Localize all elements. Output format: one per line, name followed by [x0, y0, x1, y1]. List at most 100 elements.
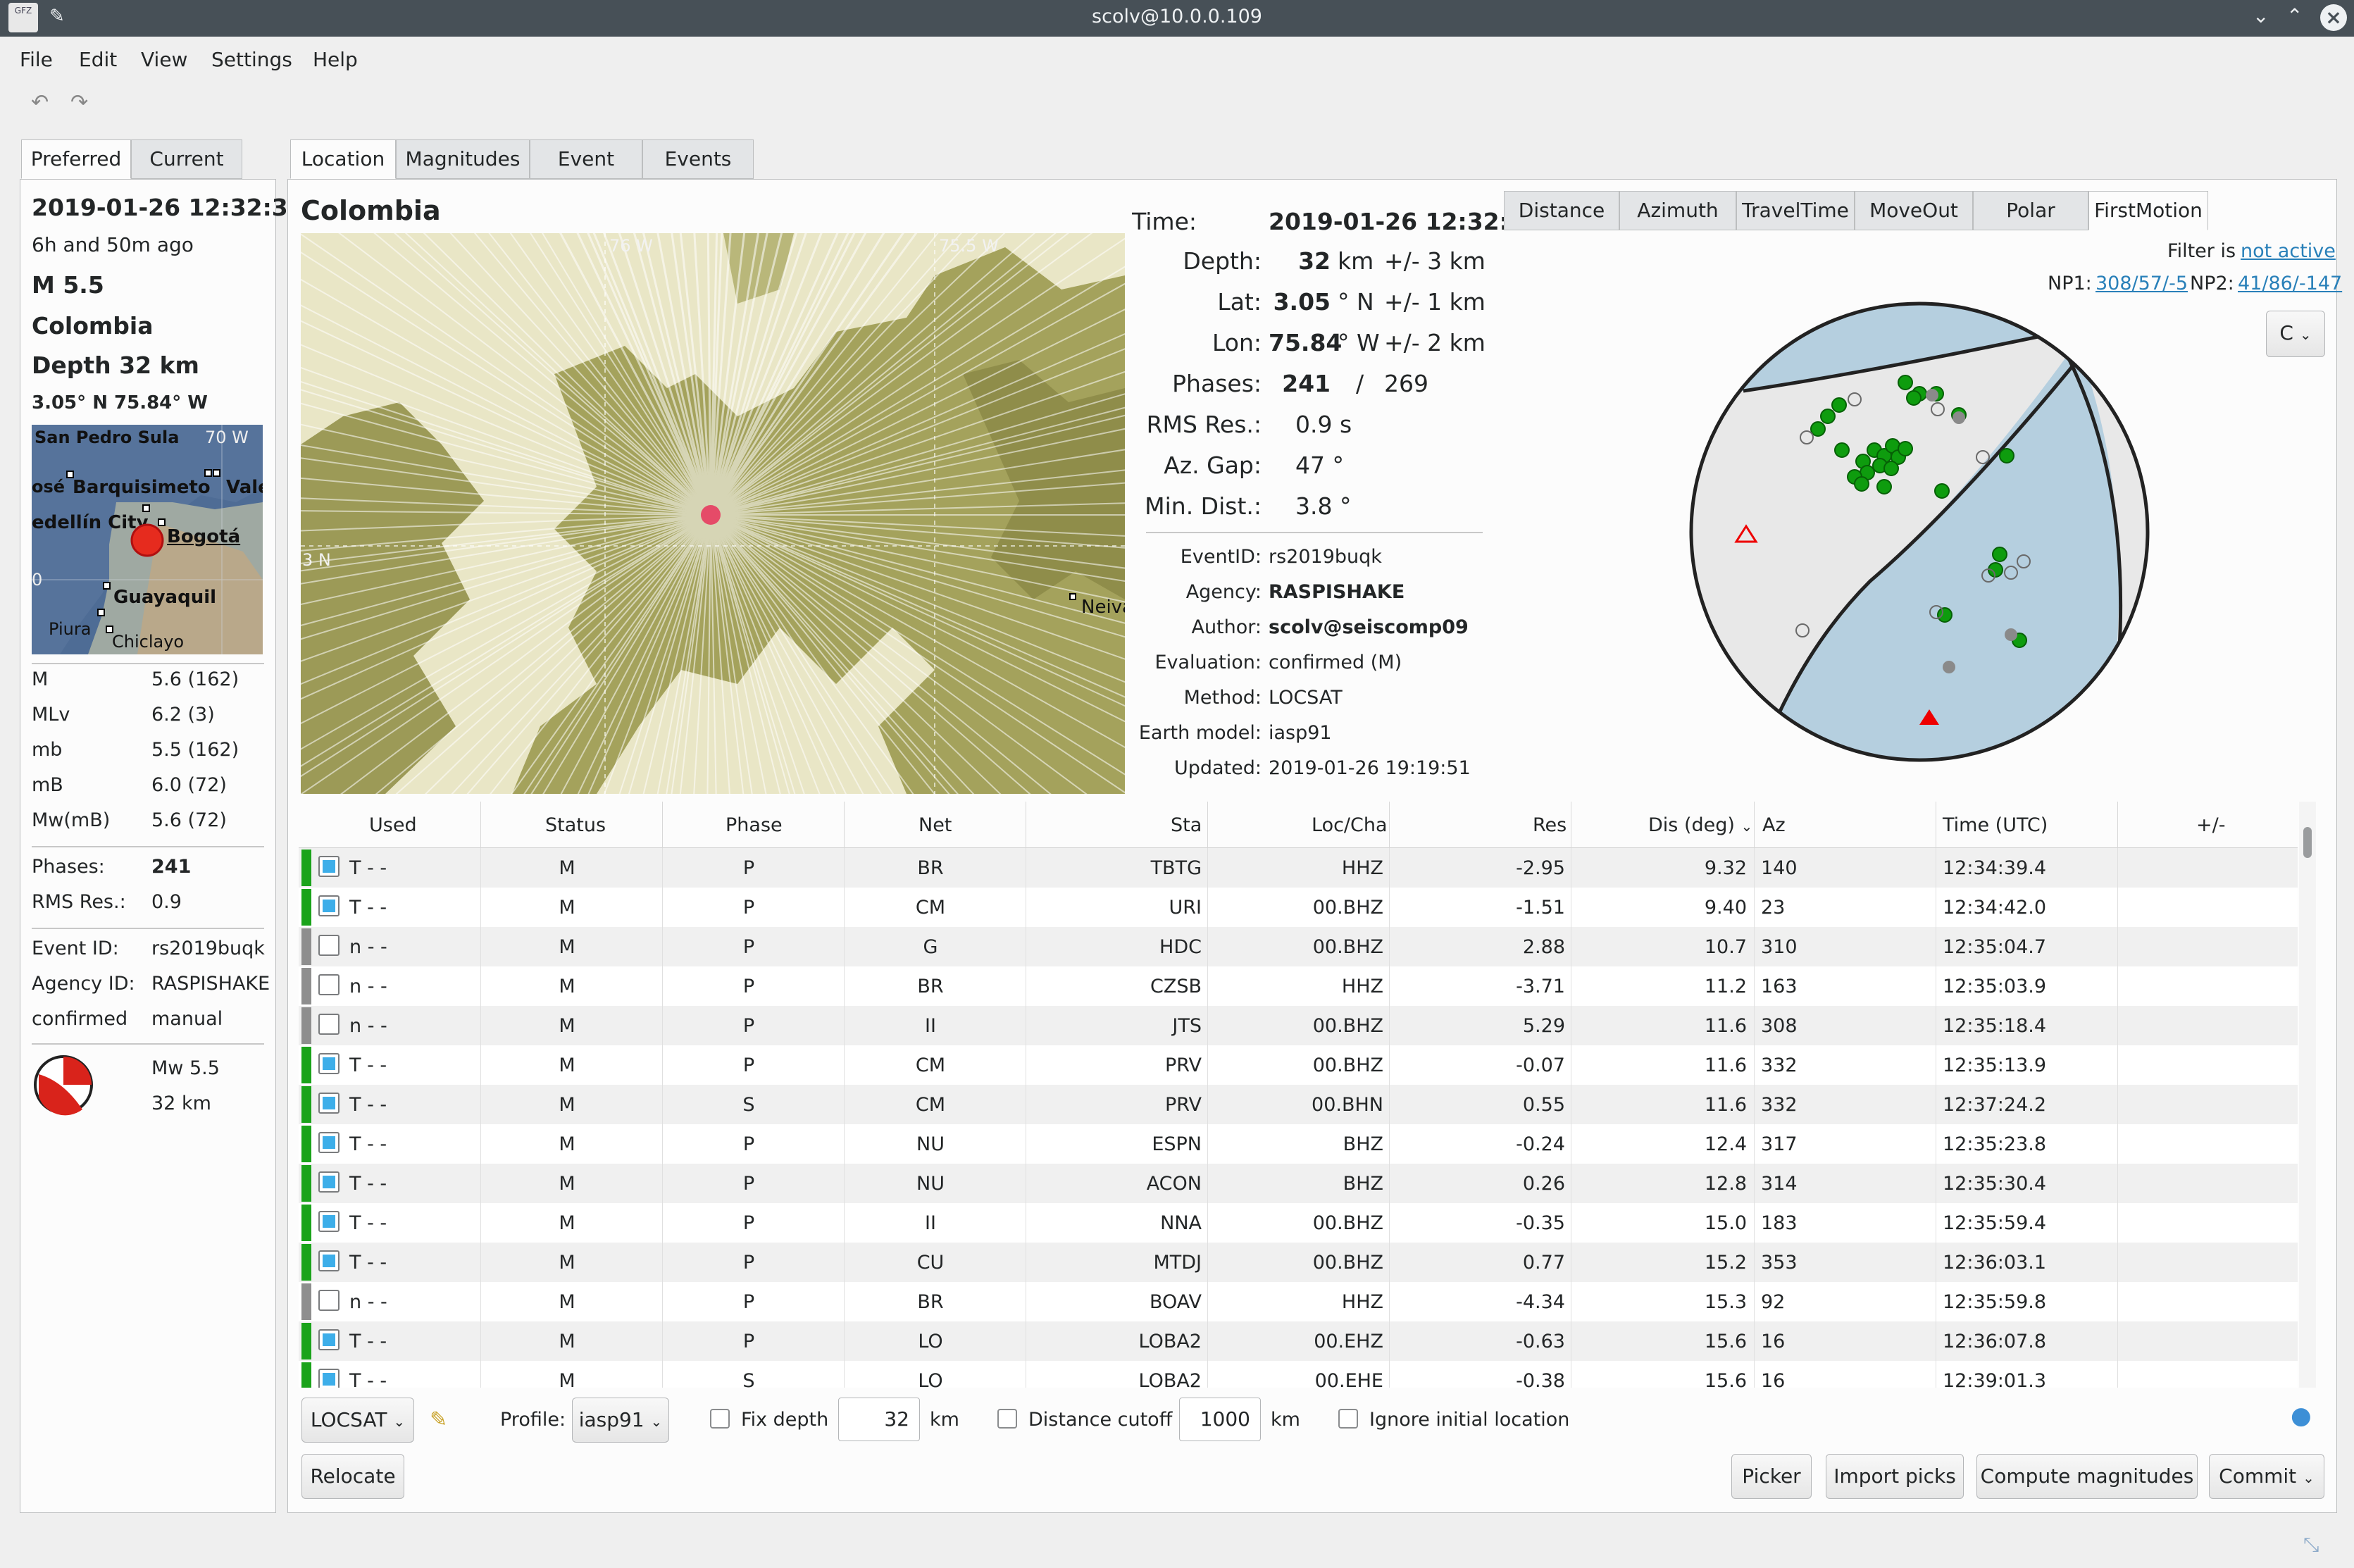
tab-firstmotion[interactable]: FirstMotion: [2088, 191, 2208, 230]
table-row[interactable]: T - - M S CM PRV 00.BHN 0.55 11.6 332 12:37:24.2: [299, 1085, 2298, 1124]
event-map[interactable]: 76 W 75.5 W 3 N Neiva: [301, 233, 1125, 794]
tab-event[interactable]: Event: [530, 139, 642, 179]
table-row[interactable]: n - - M P BR BOAV HHZ -4.34 15.3 92 12:35:59.8: [299, 1282, 2298, 1321]
menu-file[interactable]: File: [20, 48, 53, 71]
table-row[interactable]: T - - M P NU ACON BHZ 0.26 12.8 314 12:35:30.4: [299, 1164, 2298, 1203]
scrollbar-thumb[interactable]: [2303, 827, 2312, 858]
mag-type: Mw(mB): [32, 809, 111, 831]
np1-link[interactable]: 308/57/-5: [2095, 273, 2188, 294]
tab-location[interactable]: Location: [290, 139, 396, 179]
row-used-checkbox[interactable]: [318, 1132, 340, 1153]
row-used-checkbox[interactable]: [318, 1329, 340, 1350]
row-cell-n: BR: [917, 976, 944, 997]
tab-current[interactable]: Current: [131, 139, 242, 179]
menu-bar: File Edit View Settings Help: [0, 37, 2354, 83]
tab-traveltime[interactable]: TravelTime: [1736, 191, 1855, 230]
row-used-checkbox[interactable]: [318, 974, 340, 995]
tab-distance[interactable]: Distance: [1504, 191, 1619, 230]
table-row[interactable]: T - - M P II NNA 00.BHZ -0.35 15.0 183 12:35:59.4: [299, 1203, 2298, 1243]
tab-polar[interactable]: Polar: [1973, 191, 2088, 230]
undo-icon[interactable]: ↶: [31, 90, 49, 115]
row-used-checkbox[interactable]: [318, 1014, 340, 1035]
profile-combo[interactable]: iasp91 ⌄: [572, 1398, 669, 1443]
menu-help[interactable]: Help: [313, 48, 358, 71]
row-cell-d: 11.6: [1704, 1094, 1747, 1116]
row-cell-s: M: [559, 1015, 575, 1037]
tab-magnitudes[interactable]: Magnitudes: [396, 139, 530, 179]
col-res[interactable]: Res: [1533, 814, 1567, 836]
wrench-icon[interactable]: ✎: [430, 1407, 447, 1432]
col-phase[interactable]: Phase: [725, 814, 783, 836]
redo-icon[interactable]: ↷: [70, 90, 88, 115]
import-picks-button[interactable]: Import picks: [1826, 1454, 1964, 1499]
firstmotion-plot[interactable]: [1687, 299, 2152, 764]
col-error[interactable]: +/-: [2196, 814, 2225, 836]
comment-icon[interactable]: ●: [2291, 1402, 2312, 1430]
author-label: Author:: [1191, 616, 1262, 638]
col-status[interactable]: Status: [545, 814, 606, 836]
row-used-checkbox[interactable]: [318, 895, 340, 916]
np2-link[interactable]: 41/86/-147: [2238, 273, 2342, 294]
tab-azimuth[interactable]: Azimuth: [1619, 191, 1736, 230]
table-row[interactable]: T - - M P BR TBTG HHZ -2.95 9.32 140 12:34:39.4: [299, 848, 2298, 888]
menu-view[interactable]: View: [141, 48, 187, 71]
filter-link[interactable]: not active: [2241, 240, 2336, 262]
resize-grip-icon[interactable]: ⤡: [2303, 1533, 2319, 1557]
cutoff-input[interactable]: 1000: [1179, 1398, 1261, 1441]
row-used-checkbox[interactable]: [318, 1250, 340, 1271]
component-combo[interactable]: C ⌄: [2266, 311, 2325, 357]
close-icon[interactable]: ×: [2320, 4, 2347, 31]
col-dis[interactable]: Dis (deg) ⌄: [1648, 814, 1752, 836]
compute-magnitudes-button[interactable]: Compute magnitudes: [1976, 1454, 2198, 1499]
col-sta[interactable]: Sta: [1171, 814, 1202, 836]
col-loccha[interactable]: Loc/Cha: [1312, 814, 1388, 836]
col-net[interactable]: Net: [918, 814, 952, 836]
rms-label: RMS Res.:: [32, 891, 126, 913]
row-used-checkbox[interactable]: [318, 1171, 340, 1193]
locator-combo[interactable]: LOCSAT ⌄: [301, 1398, 414, 1443]
row-used-checkbox[interactable]: [318, 1369, 340, 1388]
menu-edit[interactable]: Edit: [79, 48, 117, 71]
fixdepth-checkbox[interactable]: [710, 1409, 730, 1429]
row-used-checkbox[interactable]: [318, 1053, 340, 1074]
window-titlebar[interactable]: GFZ ✎ scolv@10.0.0.109 ⌄ ⌃ ×: [0, 0, 2354, 37]
row-used-checkbox[interactable]: [318, 1211, 340, 1232]
table-row[interactable]: T - - M P LO LOBA2 00.EHZ -0.63 15.6 16 12:36:07.…: [299, 1321, 2298, 1361]
table-row[interactable]: T - - M P CU MTDJ 00.BHZ 0.77 15.2 353 12:36:03.1: [299, 1243, 2298, 1282]
tab-events[interactable]: Events: [642, 139, 754, 179]
table-scrollbar[interactable]: [2299, 802, 2316, 1388]
col-used[interactable]: Used: [369, 814, 417, 836]
commit-button[interactable]: Commit ⌄: [2209, 1454, 2324, 1499]
table-row[interactable]: T - - M P CM URI 00.BHZ -1.51 9.40 23 12:34:42.0: [299, 888, 2298, 927]
overview-map[interactable]: San Pedro Sula 70 W osé Barquisimeto Val…: [32, 425, 263, 654]
minimize-icon[interactable]: ⌄: [2253, 4, 2269, 27]
row-status-marker: [301, 968, 311, 1004]
table-row[interactable]: n - - M P G HDC 00.BHZ 2.88 10.7 310 12:35:04.7: [299, 927, 2298, 966]
table-row[interactable]: T - - M P CM PRV 00.BHZ -0.07 11.6 332 12:35:13.9: [299, 1045, 2298, 1085]
row-used-checkbox[interactable]: [318, 856, 340, 877]
window-title: scolv@10.0.0.109: [1092, 6, 1262, 27]
depth-input[interactable]: 32: [838, 1398, 920, 1441]
maximize-icon[interactable]: ⌃: [2286, 4, 2303, 27]
earthmodel-value: iasp91: [1269, 722, 1332, 744]
row-used-checkbox[interactable]: [318, 935, 340, 956]
table-row[interactable]: T - - M S LO LOBA2 00.EHE -0.38 15.6 16 12:39:01.…: [299, 1361, 2298, 1388]
menu-settings[interactable]: Settings: [211, 48, 292, 71]
row-cell-r: -0.63: [1516, 1331, 1565, 1352]
table-row[interactable]: n - - M P BR CZSB HHZ -3.71 11.2 163 12:35:03.9: [299, 966, 2298, 1006]
table-row[interactable]: T - - M P NU ESPN BHZ -0.24 12.4 317 12:35:23.8: [299, 1124, 2298, 1164]
ignore-location-checkbox[interactable]: [1338, 1409, 1358, 1429]
row-used-checkbox[interactable]: [318, 1290, 340, 1311]
col-az[interactable]: Az: [1762, 814, 1786, 836]
row-used-checkbox[interactable]: [318, 1093, 340, 1114]
table-row[interactable]: n - - M P II JTS 00.BHZ 5.29 11.6 308 12:35:18.4: [299, 1006, 2298, 1045]
relocate-button[interactable]: Relocate: [301, 1454, 404, 1499]
row-cell-d: 10.7: [1704, 936, 1747, 958]
tab-moveout[interactable]: MoveOut: [1855, 191, 1973, 230]
col-time[interactable]: Time (UTC): [1943, 814, 2048, 836]
distance-cutoff-checkbox[interactable]: [997, 1409, 1017, 1429]
arrivals-table[interactable]: Used Status Phase Net Sta Loc/Cha Res Di…: [299, 802, 2298, 1388]
picker-button[interactable]: Picker: [1731, 1454, 1812, 1499]
row-cell-s: M: [559, 1133, 575, 1155]
tab-preferred[interactable]: Preferred: [21, 139, 131, 179]
